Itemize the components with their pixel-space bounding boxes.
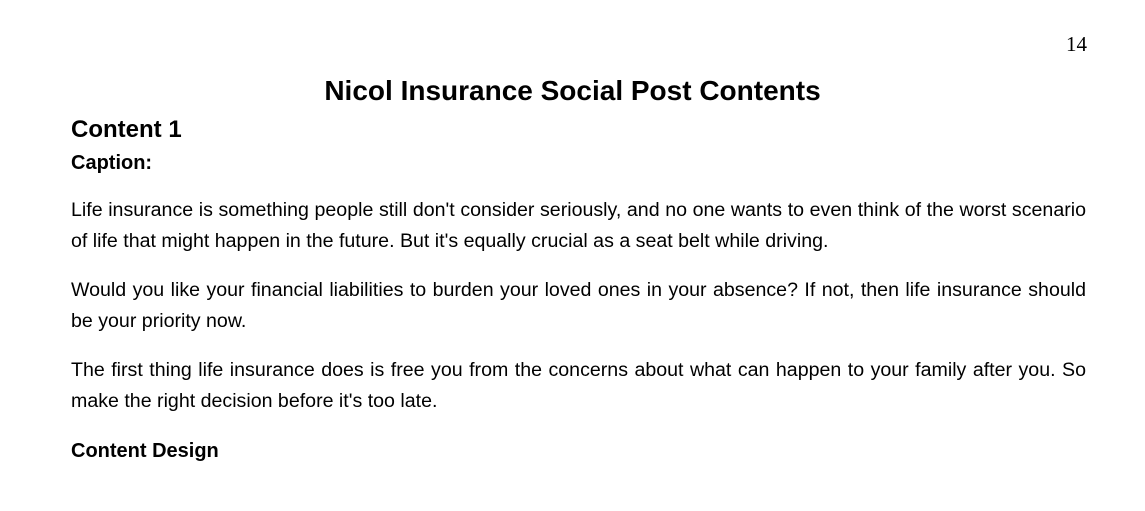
content-section: Content 1 Caption: Life insurance is som… [71,115,1086,464]
caption-paragraph-1: Life insurance is something people still… [71,199,1086,252]
content-heading: Content 1 [71,116,182,143]
content-design-heading: Content Design [71,440,219,462]
caption-paragraph-2: Would you like your financial liabilitie… [71,279,1086,332]
caption-label: Caption: [71,152,153,174]
caption-paragraph-3: The first thing life insurance does is f… [71,359,1086,412]
document-title: Nicol Insurance Social Post Contents [324,75,821,106]
page-number: 14 [1066,32,1087,56]
